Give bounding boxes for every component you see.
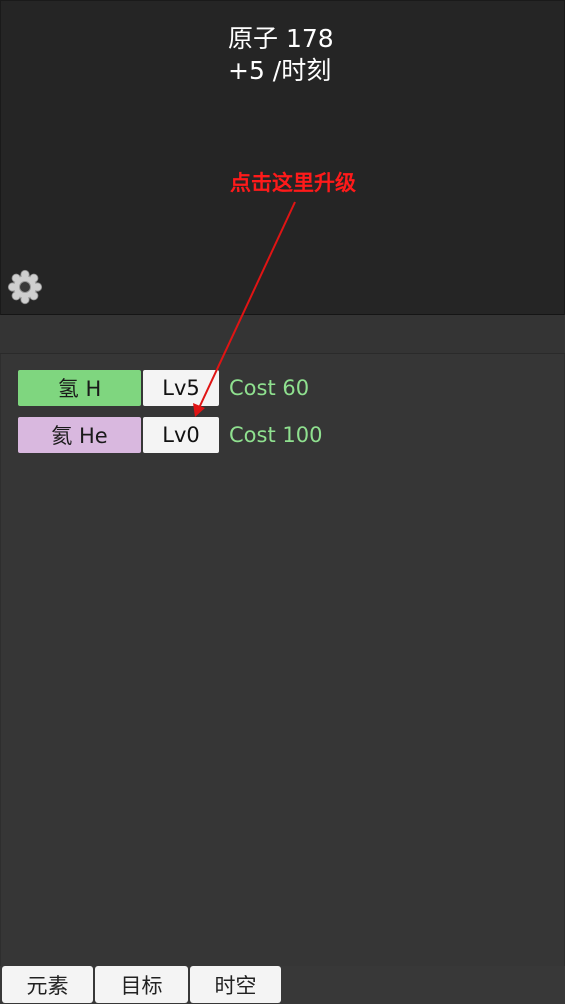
level-upgrade-button-hydrogen[interactable]: Lv5 — [143, 370, 219, 406]
resource-panel: 原子 178 +5 /时刻 点击这里升级 — [0, 0, 565, 316]
atom-count: 原子 178 — [228, 24, 334, 53]
settings-button[interactable] — [7, 269, 43, 305]
bottom-tab-bar: 元素 目标 时空 — [0, 966, 565, 1004]
level-upgrade-button-helium[interactable]: Lv0 — [143, 417, 219, 453]
tab-elements[interactable]: 元素 — [2, 966, 93, 1003]
element-button-hydrogen[interactable]: 氢 H — [18, 370, 141, 406]
tab-goals[interactable]: 目标 — [95, 966, 188, 1003]
element-list: 氢 H Lv5 Cost 60 氦 He Lv0 Cost 100 — [0, 354, 565, 966]
element-row-helium: 氦 He Lv0 Cost 100 — [18, 417, 322, 453]
element-button-helium[interactable]: 氦 He — [18, 417, 141, 453]
cost-label-helium: Cost 100 — [229, 423, 323, 447]
resource-stats: 原子 178 +5 /时刻 — [228, 23, 334, 87]
cost-label-hydrogen: Cost 60 — [229, 376, 310, 400]
upgrade-hint-text: 点击这里升级 — [230, 171, 356, 195]
element-row-hydrogen: 氢 H Lv5 Cost 60 — [18, 370, 309, 406]
gear-icon — [7, 269, 43, 305]
panel-divider — [0, 315, 565, 354]
atom-rate: +5 /时刻 — [228, 56, 332, 85]
tab-spacetime[interactable]: 时空 — [190, 966, 281, 1003]
